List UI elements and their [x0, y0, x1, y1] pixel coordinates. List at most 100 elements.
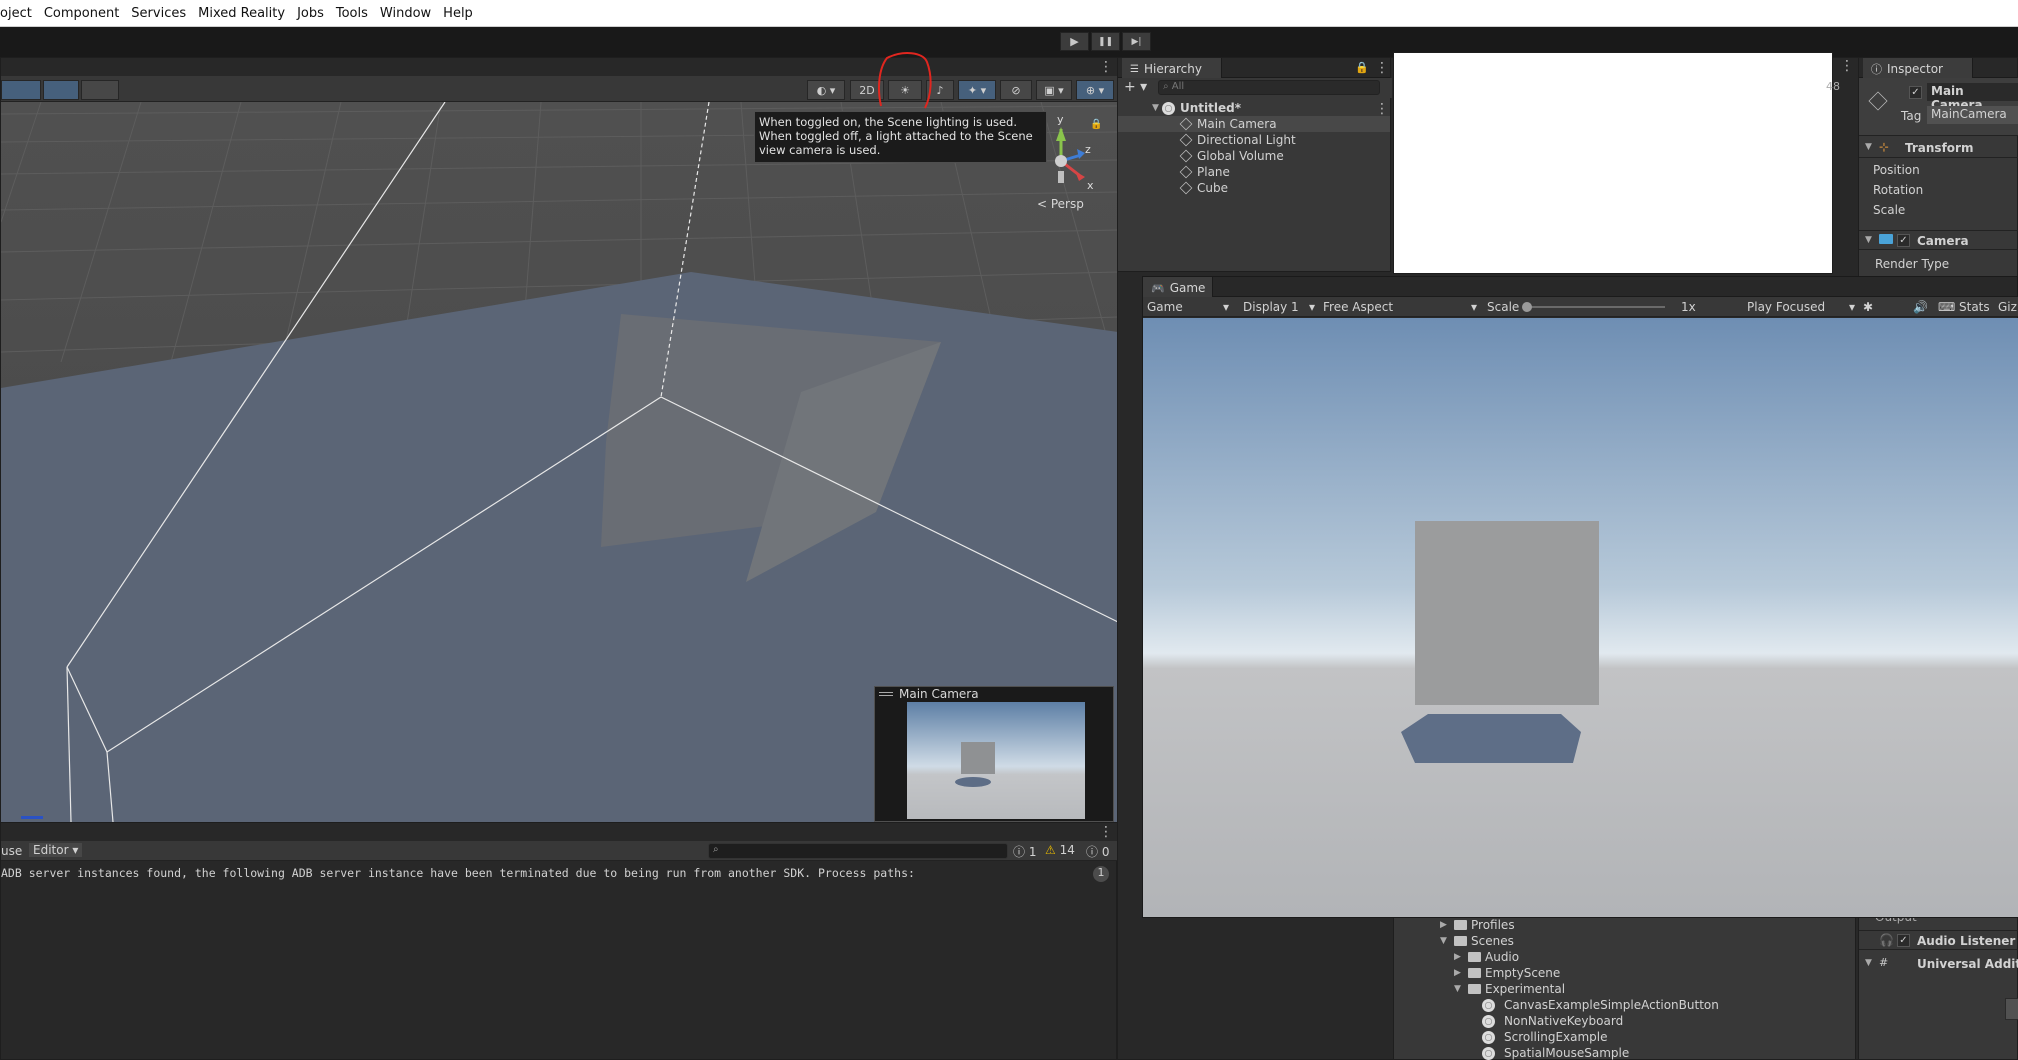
expand-arrow-icon[interactable]: ▼	[1865, 958, 1875, 968]
expand-arrow-icon[interactable]: ▼	[1865, 235, 1875, 245]
console-menu-icon[interactable]: ⋮	[1099, 825, 1113, 839]
project-item-canvasexamplesimpleactionbutton[interactable]: CanvasExampleSimpleActionButton	[1468, 998, 1719, 1012]
display-select[interactable]: Display 1 ▾	[1243, 297, 1315, 317]
tab-hierarchy-label: Hierarchy	[1143, 62, 1202, 76]
console-pause-label[interactable]: use	[1, 844, 22, 858]
tag-select[interactable]: MainCamera	[1927, 106, 2018, 124]
scene-left-tools	[1, 80, 119, 100]
red-annotation-circle	[878, 52, 932, 109]
universal-additional-header[interactable]: ▼ # Universal Additic	[1859, 954, 2018, 974]
stats-button[interactable]: Stats	[1959, 297, 1990, 317]
debug-bug-icon[interactable]: ✱	[1863, 297, 1873, 317]
console-log-entry[interactable]: ADB server instances found, the followin…	[1, 866, 1081, 880]
error-count[interactable]: ⓘ 1	[1013, 843, 1036, 860]
gameobject-icon	[1179, 133, 1193, 147]
editor-select[interactable]: Editor ▾	[29, 843, 83, 857]
project-item-audio[interactable]: ▶ Audio	[1454, 950, 1519, 964]
transform-title: Transform	[1905, 141, 1974, 155]
transform-header[interactable]: ▼ ⊹ Transform	[1859, 138, 2018, 158]
menu-help[interactable]: Help	[437, 6, 479, 21]
expand-arrow-icon[interactable]: ▼	[1865, 142, 1875, 152]
render-type-label: Render Type	[1875, 257, 1950, 271]
drag-handle-icon[interactable]	[879, 692, 893, 696]
camera-settings-button[interactable]: ▣ ▾	[1036, 80, 1072, 100]
hidden-objects-button[interactable]: ⊘	[1000, 80, 1032, 100]
expand-arrow-icon[interactable]: ▶	[1454, 952, 1464, 962]
persp-label[interactable]: < Persp	[1037, 197, 1084, 211]
hierarchy-menu-icon[interactable]: ⋮	[1375, 61, 1389, 75]
console-search-input[interactable]: ⌕	[708, 843, 1008, 859]
scene-row[interactable]: ▼ Untitled* ⋮	[1118, 100, 1392, 116]
project-item-scenes[interactable]: ▼ Scenes	[1440, 934, 1514, 948]
hierarchy-item-plane[interactable]: Plane	[1118, 164, 1230, 180]
camera-enabled-checkbox[interactable]: ✓	[1897, 234, 1910, 247]
project-item-profiles[interactable]: ▶ Profiles	[1440, 918, 1515, 932]
expand-arrow-icon[interactable]: ▶	[1440, 920, 1450, 930]
warning-count[interactable]: ⚠ 14	[1045, 843, 1075, 857]
game-render-view[interactable]	[1143, 318, 2018, 917]
game-mode-select[interactable]: Game ▾	[1147, 297, 1229, 317]
hierarchy-search-input[interactable]: ⌕ All	[1158, 80, 1380, 95]
aspect-select[interactable]: Free Aspect ▾	[1323, 297, 1477, 317]
effects-toggle-button[interactable]: ✦ ▾	[958, 80, 996, 100]
scene-menu-icon[interactable]: ⋮	[1099, 60, 1113, 74]
hierarchy-item-main-camera[interactable]: Main Camera	[1118, 116, 1390, 132]
menu-mixed-reality[interactable]: Mixed Reality	[192, 6, 291, 21]
collapse-arrow-icon[interactable]: ▼	[1152, 103, 1162, 113]
pause-button[interactable]: ❚❚	[1091, 32, 1120, 51]
menu-services[interactable]: Services	[125, 6, 192, 21]
shading-mode-button[interactable]: ◐ ▾	[807, 80, 845, 100]
hierarchy-lock-icon[interactable]: 🔒	[1355, 61, 1369, 74]
menu-component[interactable]: Component	[38, 6, 125, 21]
hierarchy-item-directional-light[interactable]: Directional Light	[1118, 132, 1296, 148]
hierarchy-panel: ☰ Hierarchy 🔒 ⋮ + ▾ ⌕ All ▼ Untitled* ⋮ …	[1117, 57, 1392, 272]
grid-visibility-button[interactable]	[43, 80, 79, 100]
expand-arrow-icon[interactable]: ▶	[1454, 968, 1464, 978]
gizmos-button[interactable]: ⊕ ▾	[1076, 80, 1114, 100]
tab-hierarchy[interactable]: ☰ Hierarchy	[1122, 58, 1222, 78]
hierarchy-toolbar: + ▾ ⌕ All	[1118, 78, 1392, 98]
create-button[interactable]: + ▾	[1124, 79, 1147, 95]
white-panel-menu-icon[interactable]: ⋮	[1840, 59, 1854, 73]
keyboard-icon[interactable]: ⌨	[1938, 297, 1955, 317]
game-toolbar: Game ▾ Display 1 ▾ Free Aspect ▾ Scale 1x P…	[1143, 297, 2018, 317]
grid-snap-button[interactable]	[1, 80, 41, 100]
unity-scene-icon	[1162, 101, 1175, 115]
hierarchy-item-cube[interactable]: Cube	[1118, 180, 1228, 196]
lock-icon[interactable]: 🔒	[1090, 119, 1102, 130]
scene-view-panel: ⋮ ◐ ▾ 2D ☀ ♪ ✦ ▾ ⊘ ▣ ▾ ⊕ ▾ When toggled …	[0, 52, 1118, 822]
hierarchy-item-global-volume[interactable]: Global Volume	[1118, 148, 1284, 164]
audio-listener-title: Audio Listener	[1917, 934, 2016, 948]
project-item-experimental[interactable]: ▼ Experimental	[1454, 982, 1565, 996]
tab-game[interactable]: 🎮 Game	[1143, 277, 1213, 297]
increment-snap-button[interactable]	[81, 80, 119, 100]
audio-listener-header[interactable]: 🎧 ✓ Audio Listener	[1859, 930, 2018, 950]
message-count[interactable]: ⓘ 0	[1086, 843, 1109, 860]
project-item-emptyscene[interactable]: ▶ EmptyScene	[1454, 966, 1560, 980]
scale-slider[interactable]	[1522, 302, 1665, 312]
project-item-spatialmousesample[interactable]: SpatialMouseSample	[1468, 1046, 1629, 1060]
collapse-arrow-icon[interactable]: ▼	[1440, 936, 1450, 946]
mute-audio-icon[interactable]: 🔊	[1913, 297, 1928, 317]
project-item-scrollingexample[interactable]: ScrollingExample	[1468, 1030, 1608, 1044]
play-button[interactable]: ▶	[1060, 32, 1089, 51]
project-item-nonnativekeyboard[interactable]: NonNativeKeyboard	[1468, 1014, 1623, 1028]
play-focused-select[interactable]: Play Focused ▾	[1747, 297, 1855, 317]
tab-inspector[interactable]: ⓘ Inspector	[1863, 58, 1973, 78]
collapse-arrow-icon[interactable]: ▼	[1454, 984, 1464, 994]
step-button[interactable]: ▶|	[1122, 32, 1151, 51]
scale-slider-thumb[interactable]	[1522, 302, 1532, 312]
active-checkbox[interactable]: ✓	[1909, 86, 1922, 99]
audio-listener-checkbox[interactable]: ✓	[1897, 934, 1910, 947]
object-cube-icon	[1868, 91, 1888, 111]
hierarchy-tabstrip: ☰ Hierarchy 🔒 ⋮	[1118, 58, 1390, 78]
menu-tools[interactable]: Tools	[330, 6, 374, 21]
object-name-field[interactable]: Main Camera	[1927, 83, 2018, 112]
menu-jobs[interactable]: Jobs	[291, 6, 330, 21]
gizmos-button[interactable]: Giz	[1998, 297, 2017, 317]
menu-project[interactable]: oject	[0, 6, 38, 21]
camera-component-header[interactable]: ▼ ✓ Camera	[1859, 230, 2018, 250]
add-component-button[interactable]	[2005, 998, 2018, 1020]
scene-row-menu-icon[interactable]: ⋮	[1375, 102, 1389, 116]
menu-window[interactable]: Window	[374, 6, 437, 21]
